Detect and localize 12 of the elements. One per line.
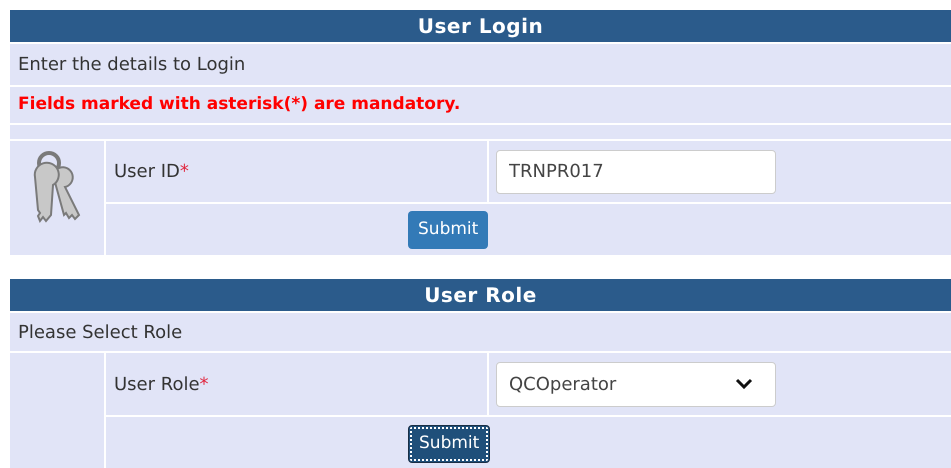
mandatory-notice: Fields marked with asterisk(*) are mandatory.: [18, 93, 460, 116]
submit-button[interactable]: Submit: [408, 210, 488, 248]
section-header: User Login: [10, 10, 951, 42]
section-header: User Role: [10, 279, 951, 311]
submit-button[interactable]: Submit: [408, 425, 490, 463]
chevron-down-icon: [735, 378, 753, 390]
intro-text: Enter the details to Login: [18, 53, 246, 77]
field-label: User ID*: [114, 160, 189, 184]
user-id-field[interactable]: TRNPR017: [496, 150, 776, 194]
intro-text: Please Select Role: [18, 320, 182, 344]
role-select[interactable]: QCOperator: [496, 362, 776, 406]
field-label: User Role*: [114, 372, 209, 396]
